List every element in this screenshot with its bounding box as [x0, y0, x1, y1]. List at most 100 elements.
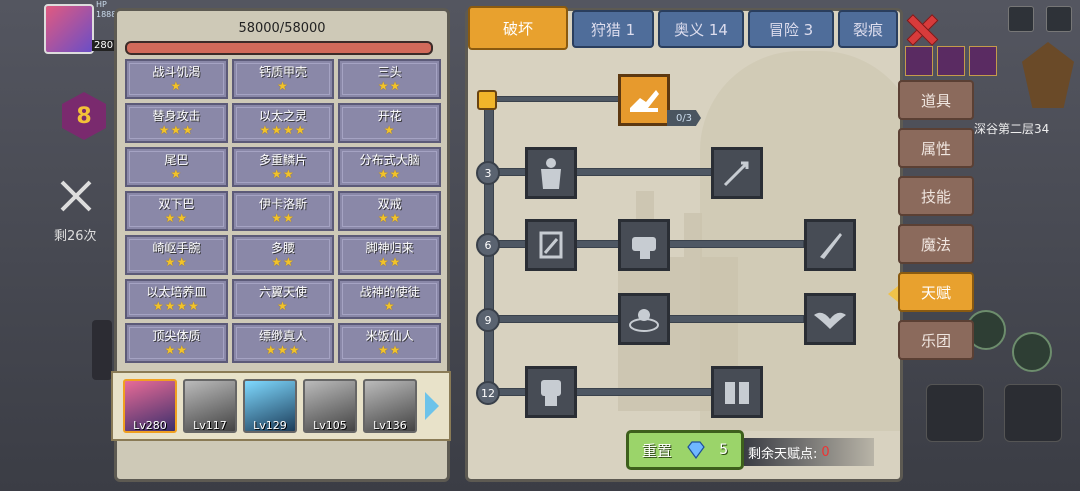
trait-cell[interactable]: 替身攻击 ★★★	[125, 103, 228, 143]
trait-stars: ★★	[164, 255, 189, 269]
monster-traits-panel: 58000/58000 战斗饥渴 ★ 钙质甲壳 ★ 三头 ★★ 替身攻击 ★★★ 以太之灵 ★★★…	[111, 8, 451, 482]
trait-name: 战神的使徒	[359, 285, 420, 299]
trait-cell[interactable]: 顶尖体质 ★★	[125, 323, 228, 363]
menu-magic[interactable]: 魔法	[898, 224, 974, 264]
trait-name: 双戒	[377, 197, 402, 211]
hero-level: Lv105	[313, 419, 347, 432]
tab-hunt[interactable]: 狩猎 1	[572, 10, 654, 48]
close-icon[interactable]	[904, 12, 938, 46]
hero-selector: Lv280 Lv117 Lv129 Lv105 Lv136	[111, 371, 451, 441]
trait-cell[interactable]: 脚神归来 ★★	[338, 235, 441, 275]
trait-name: 顶尖体质	[152, 329, 201, 343]
remaining-points-value: 0	[821, 444, 830, 460]
trait-name: 双下巴	[158, 197, 195, 211]
tree-branch	[492, 96, 622, 102]
menu-skills[interactable]: 技能	[898, 176, 974, 216]
body-talent-icon[interactable]	[525, 147, 577, 199]
trait-cell[interactable]: 双戒 ★★	[338, 191, 441, 231]
reset-button[interactable]: 重置 5	[626, 430, 744, 470]
crossed-swords-icon[interactable]	[56, 176, 96, 216]
trait-name: 钙质甲壳	[258, 65, 307, 79]
trait-name: 三头	[377, 65, 402, 79]
trait-stars: ★★	[377, 255, 402, 269]
trait-cell[interactable]: 双下巴 ★★	[125, 191, 228, 231]
trait-name: 六翼天使	[258, 285, 307, 299]
trait-stars: ★★	[271, 255, 295, 269]
reset-label: 重置	[641, 441, 672, 460]
ripple-talent-icon[interactable]	[618, 293, 670, 345]
trait-name: 以太培养皿	[146, 285, 207, 299]
menu-band[interactable]: 乐团	[898, 320, 974, 360]
menu-items[interactable]: 道具	[898, 80, 974, 120]
scroll-left-handle[interactable]	[92, 320, 112, 380]
trait-stars: ★★	[377, 211, 402, 225]
trait-name: 战斗饥渴	[152, 65, 201, 79]
weapon-bow-icon[interactable]	[1004, 384, 1062, 442]
arm-wrestle-talent-icon[interactable]	[618, 74, 670, 126]
hero-slot[interactable]: Lv117	[183, 379, 237, 433]
menu-talent[interactable]: 天赋	[888, 272, 974, 312]
trait-cell[interactable]: 以太之灵 ★★★★	[231, 103, 335, 143]
trait-name: 分布式大脑	[359, 153, 420, 167]
player-avatar[interactable]	[44, 4, 94, 54]
trait-cell[interactable]: 钙质甲壳 ★	[231, 59, 335, 99]
hero-level: Lv280	[133, 419, 167, 432]
weapon-sword-icon[interactable]	[926, 384, 984, 442]
diamond-icon	[686, 441, 705, 459]
trait-name: 多重鳞片	[258, 153, 307, 167]
hero-level: Lv129	[253, 419, 287, 432]
trait-cell[interactable]: 战神的使徒 ★	[338, 279, 441, 319]
tab-rift[interactable]: 裂痕	[838, 10, 898, 48]
fist-talent-icon[interactable]	[525, 366, 577, 418]
trait-cell[interactable]: 分布式大脑 ★★	[338, 147, 441, 187]
hero-slot[interactable]: Lv280	[123, 379, 177, 433]
hex-value: 8	[76, 103, 92, 129]
trait-cell[interactable]: 六翼天使 ★	[231, 279, 335, 319]
trait-name: 伊卡洛斯	[258, 197, 307, 211]
hero-level: Lv117	[193, 419, 227, 432]
trait-cell[interactable]: 崎岖手腕 ★★	[125, 235, 228, 275]
remaining-points-label: 剩余天赋点:	[748, 446, 818, 462]
trait-stars: ★	[383, 123, 396, 137]
trait-cell[interactable]: 米饭仙人 ★★	[338, 323, 441, 363]
hero-slot[interactable]: Lv129	[243, 379, 297, 433]
arrow-talent-icon[interactable]	[711, 147, 763, 199]
trait-stars: ★★★	[265, 343, 301, 357]
trait-cell[interactable]: 缥缈真人 ★★★	[231, 323, 335, 363]
trait-cell[interactable]: 伊卡洛斯 ★★	[231, 191, 335, 231]
trait-cell[interactable]: 尾巴 ★	[125, 147, 228, 187]
trait-stars: ★★	[164, 343, 189, 357]
switch-icon[interactable]	[1012, 332, 1052, 372]
tier-label: 9	[476, 308, 500, 332]
card-talent-icon[interactable]	[525, 219, 577, 271]
grab-talent-icon[interactable]	[711, 366, 763, 418]
tier-label: 12	[476, 381, 500, 405]
tab-mystery[interactable]: 奥义 14	[658, 10, 744, 48]
trait-name: 缥缈真人	[258, 329, 307, 343]
trait-cell[interactable]: 战斗饥渴 ★	[125, 59, 228, 99]
hero-slot[interactable]: Lv105	[303, 379, 357, 433]
tier-label: 3	[476, 161, 500, 185]
trait-cell[interactable]: 三头 ★★	[338, 59, 441, 99]
trait-cell[interactable]: 开花 ★	[338, 103, 441, 143]
sword-strike-talent-icon[interactable]	[804, 219, 856, 271]
hp-text: 58000/58000	[238, 21, 326, 36]
trait-cell[interactable]: 以太培养皿 ★★★★	[125, 279, 228, 319]
hero-next-arrow-icon[interactable]	[425, 392, 439, 420]
menu-attributes[interactable]: 属性	[898, 128, 974, 168]
trait-cell[interactable]: 多腰 ★★	[231, 235, 335, 275]
bat-talent-icon[interactable]	[804, 293, 856, 345]
punch-talent-icon[interactable]	[618, 219, 670, 271]
tab-adventure[interactable]: 冒险 3	[748, 10, 834, 48]
exit-icon[interactable]	[1046, 6, 1072, 32]
talent-tabs: 破坏 狩猎 1 奥义 14 冒险 3 裂痕	[468, 6, 898, 50]
network-icon	[1008, 6, 1034, 32]
trait-cell[interactable]: 多重鳞片 ★★	[231, 147, 335, 187]
tab-destroy[interactable]: 破坏	[468, 6, 568, 50]
hero-slot[interactable]: Lv136	[363, 379, 417, 433]
hero-level: Lv136	[373, 419, 407, 432]
trait-name: 开花	[377, 109, 402, 123]
trait-stars: ★★	[271, 167, 295, 181]
trait-name: 多腰	[270, 241, 295, 255]
trait-grid: 战斗饥渴 ★ 钙质甲壳 ★ 三头 ★★ 替身攻击 ★★★ 以太之灵 ★★★★ 开花 ★ 尾巴 ★ 多重鳞片 ★…	[125, 59, 441, 363]
